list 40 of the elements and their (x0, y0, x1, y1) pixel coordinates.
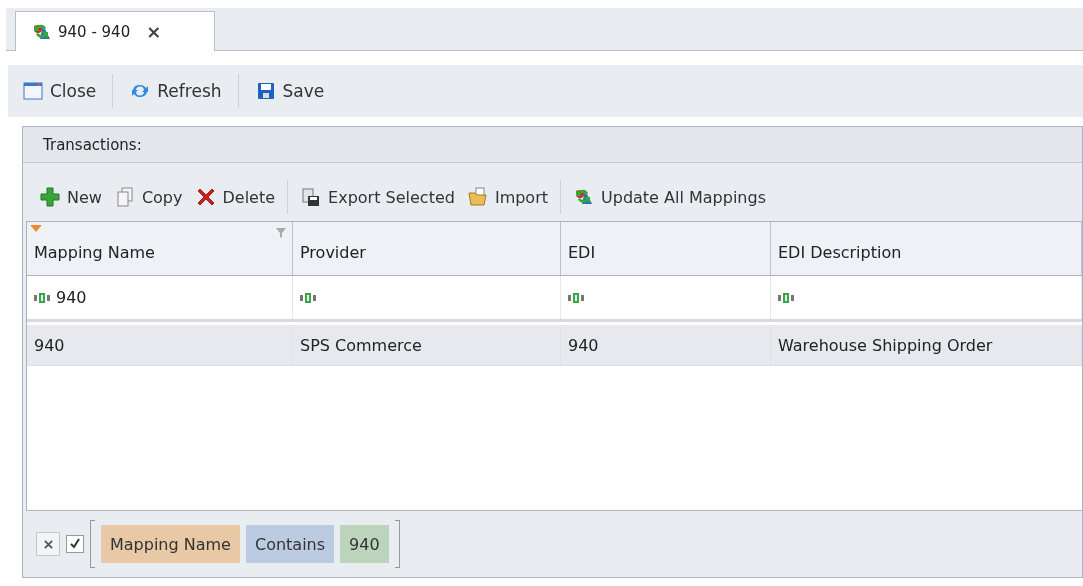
plus-button[interactable]: New (33, 180, 108, 214)
table-cell: 940 (568, 335, 599, 355)
filter-value-token[interactable]: 940 (340, 525, 389, 563)
sync-button[interactable]: Update All Mappings (567, 180, 772, 214)
text-filter-icon (300, 291, 316, 304)
plus-icon (39, 187, 61, 207)
close-icon (43, 539, 53, 549)
copy-button[interactable]: Copy (107, 180, 189, 214)
column-header[interactable]: Mapping Name (27, 222, 293, 276)
text-filter-icon (34, 291, 50, 304)
tab-title: 940 - 940 (58, 22, 131, 41)
folder-icon (466, 187, 489, 207)
column-header[interactable]: EDI (561, 222, 771, 276)
table-cell: SPS Commerce (300, 335, 422, 355)
folder-button[interactable]: Import (460, 180, 554, 214)
table-row[interactable]: 940 SPS Commerce 940 Warehouse Shipping Order (27, 325, 1082, 366)
text-filter-icon (778, 291, 794, 304)
table-cell: 940 (34, 335, 65, 355)
clear-filter-button[interactable] (36, 532, 60, 556)
column-header[interactable]: EDI Description (771, 222, 1082, 276)
save-button[interactable]: Save (244, 74, 335, 108)
checkmark-icon (69, 538, 81, 550)
refresh-button[interactable]: Refresh (119, 74, 232, 108)
filter-field-token[interactable]: Mapping Name (101, 525, 240, 563)
column-header[interactable]: Provider (293, 222, 561, 276)
export-button[interactable]: Export Selected (294, 180, 461, 214)
sync-icon (573, 187, 595, 207)
filter-cell[interactable]: 940 (27, 276, 293, 319)
funnel-icon (276, 228, 286, 238)
delete-button[interactable]: Delete (188, 180, 282, 214)
text-filter-icon (568, 291, 584, 304)
filter-value: 940 (56, 288, 87, 307)
panel-title: Transactions: (43, 135, 142, 154)
filter-operator-token[interactable]: Contains (245, 525, 335, 563)
document-tab[interactable]: 940 - 940 × (15, 11, 215, 51)
table-cell: Warehouse Shipping Order (778, 335, 993, 355)
close-tab-button[interactable]: × (146, 21, 162, 42)
filter-enabled-checkbox[interactable] (66, 535, 84, 553)
window-icon (22, 81, 44, 101)
close-button[interactable]: Close (12, 74, 107, 108)
